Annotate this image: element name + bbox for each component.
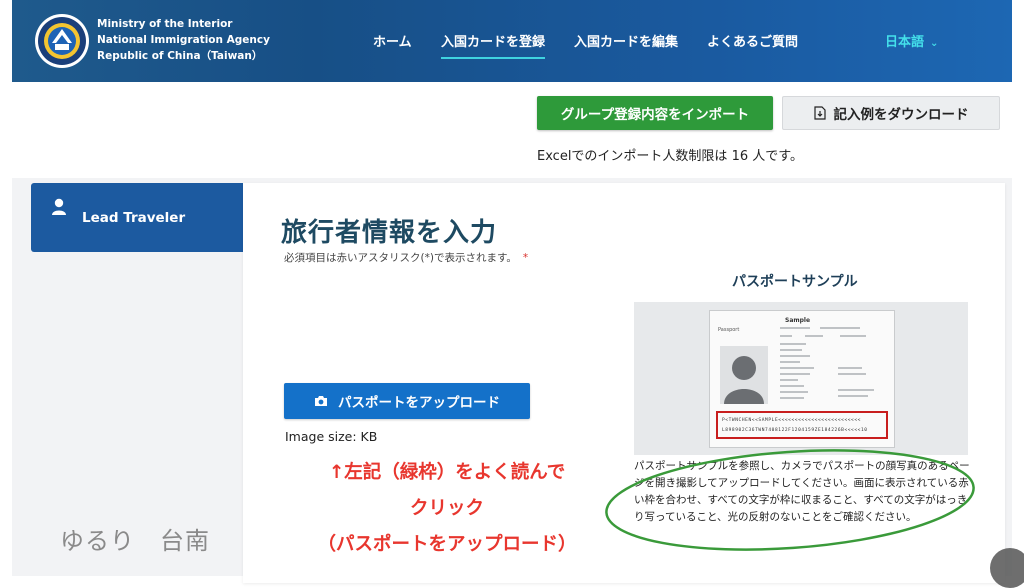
main-nav: ホーム 入国カードを登録 入国カードを編集 よくあるご質問 (12, 31, 1012, 59)
annotation-line-3: （パスポートをアップロード） (317, 534, 577, 555)
passport-instructions: パスポートサンプルを参照し、カメラでパスポートの顔写真のあるページを開き撮影して… (634, 460, 970, 523)
tab-lead-traveler-label: Lead Traveler (82, 210, 186, 226)
upload-passport-label: パスポートをアップロード (338, 395, 500, 411)
download-sample-button[interactable]: 記入例をダウンロード (782, 96, 1000, 130)
mrz-line-2: L898902C36TWN7408122F1204159ZE184226B<<<… (722, 428, 868, 433)
nav-register-card[interactable]: 入国カードを登録 (441, 31, 546, 59)
language-selector[interactable]: 日本語 ⌄ (885, 31, 938, 50)
camera-icon (315, 396, 327, 406)
watermark: ゆるり 台南 (60, 527, 210, 555)
nav-faq[interactable]: よくあるご質問 (707, 31, 798, 50)
passport-sample-image: Sample Passport P<TWNCHEN<<SAMPLE<<<<<<<… (709, 310, 895, 448)
nav-edit-card[interactable]: 入国カードを編集 (574, 31, 678, 50)
download-file-icon (813, 106, 826, 120)
site-header: Ministry of the Interior National Immigr… (12, 0, 1012, 82)
upload-passport-button[interactable]: パスポートをアップロード (284, 383, 530, 419)
required-asterisk: * (522, 252, 529, 264)
passport-word: Passport (718, 327, 740, 333)
mrz-line-1: P<TWNCHEN<<SAMPLE<<<<<<<<<<<<<<<<<<<<<<<… (722, 418, 861, 423)
scroll-to-top-button[interactable] (990, 548, 1024, 588)
form-title: 旅行者情報を入力 (281, 218, 498, 248)
passport-text-fields (780, 327, 874, 399)
required-note-text: 必須項目は赤いアスタリスク(*)で表示されます。 (284, 252, 517, 264)
import-limit-note: Excelでのインポート人数制限は 16 人です。 (537, 149, 803, 164)
mrz-red-frame: P<TWNCHEN<<SAMPLE<<<<<<<<<<<<<<<<<<<<<<<… (716, 411, 888, 439)
image-size-text: Image size: KB (285, 429, 378, 444)
annotation-line-1: ↑左記（緑枠）をよく読んで (328, 462, 566, 483)
passport-photo (720, 346, 768, 404)
language-label: 日本語 (885, 35, 925, 50)
passport-sample-label: Sample (785, 317, 811, 324)
required-note: 必須項目は赤いアスタリスク(*)で表示されます。 * (284, 250, 528, 265)
person-silhouette-icon (724, 356, 764, 404)
agency-line-1: Ministry of the Interior (97, 18, 233, 30)
chevron-down-icon: ⌄ (930, 38, 939, 49)
passport-sample-title: パスポートサンプル (732, 274, 858, 290)
download-sample-label: 記入例をダウンロード (833, 107, 969, 123)
tab-lead-traveler[interactable]: Lead Traveler (31, 183, 243, 252)
import-group-button[interactable]: グループ登録内容をインポート (537, 96, 773, 130)
person-icon (52, 198, 66, 215)
nav-home[interactable]: ホーム (373, 31, 412, 50)
annotation-line-2: クリック (409, 498, 484, 519)
